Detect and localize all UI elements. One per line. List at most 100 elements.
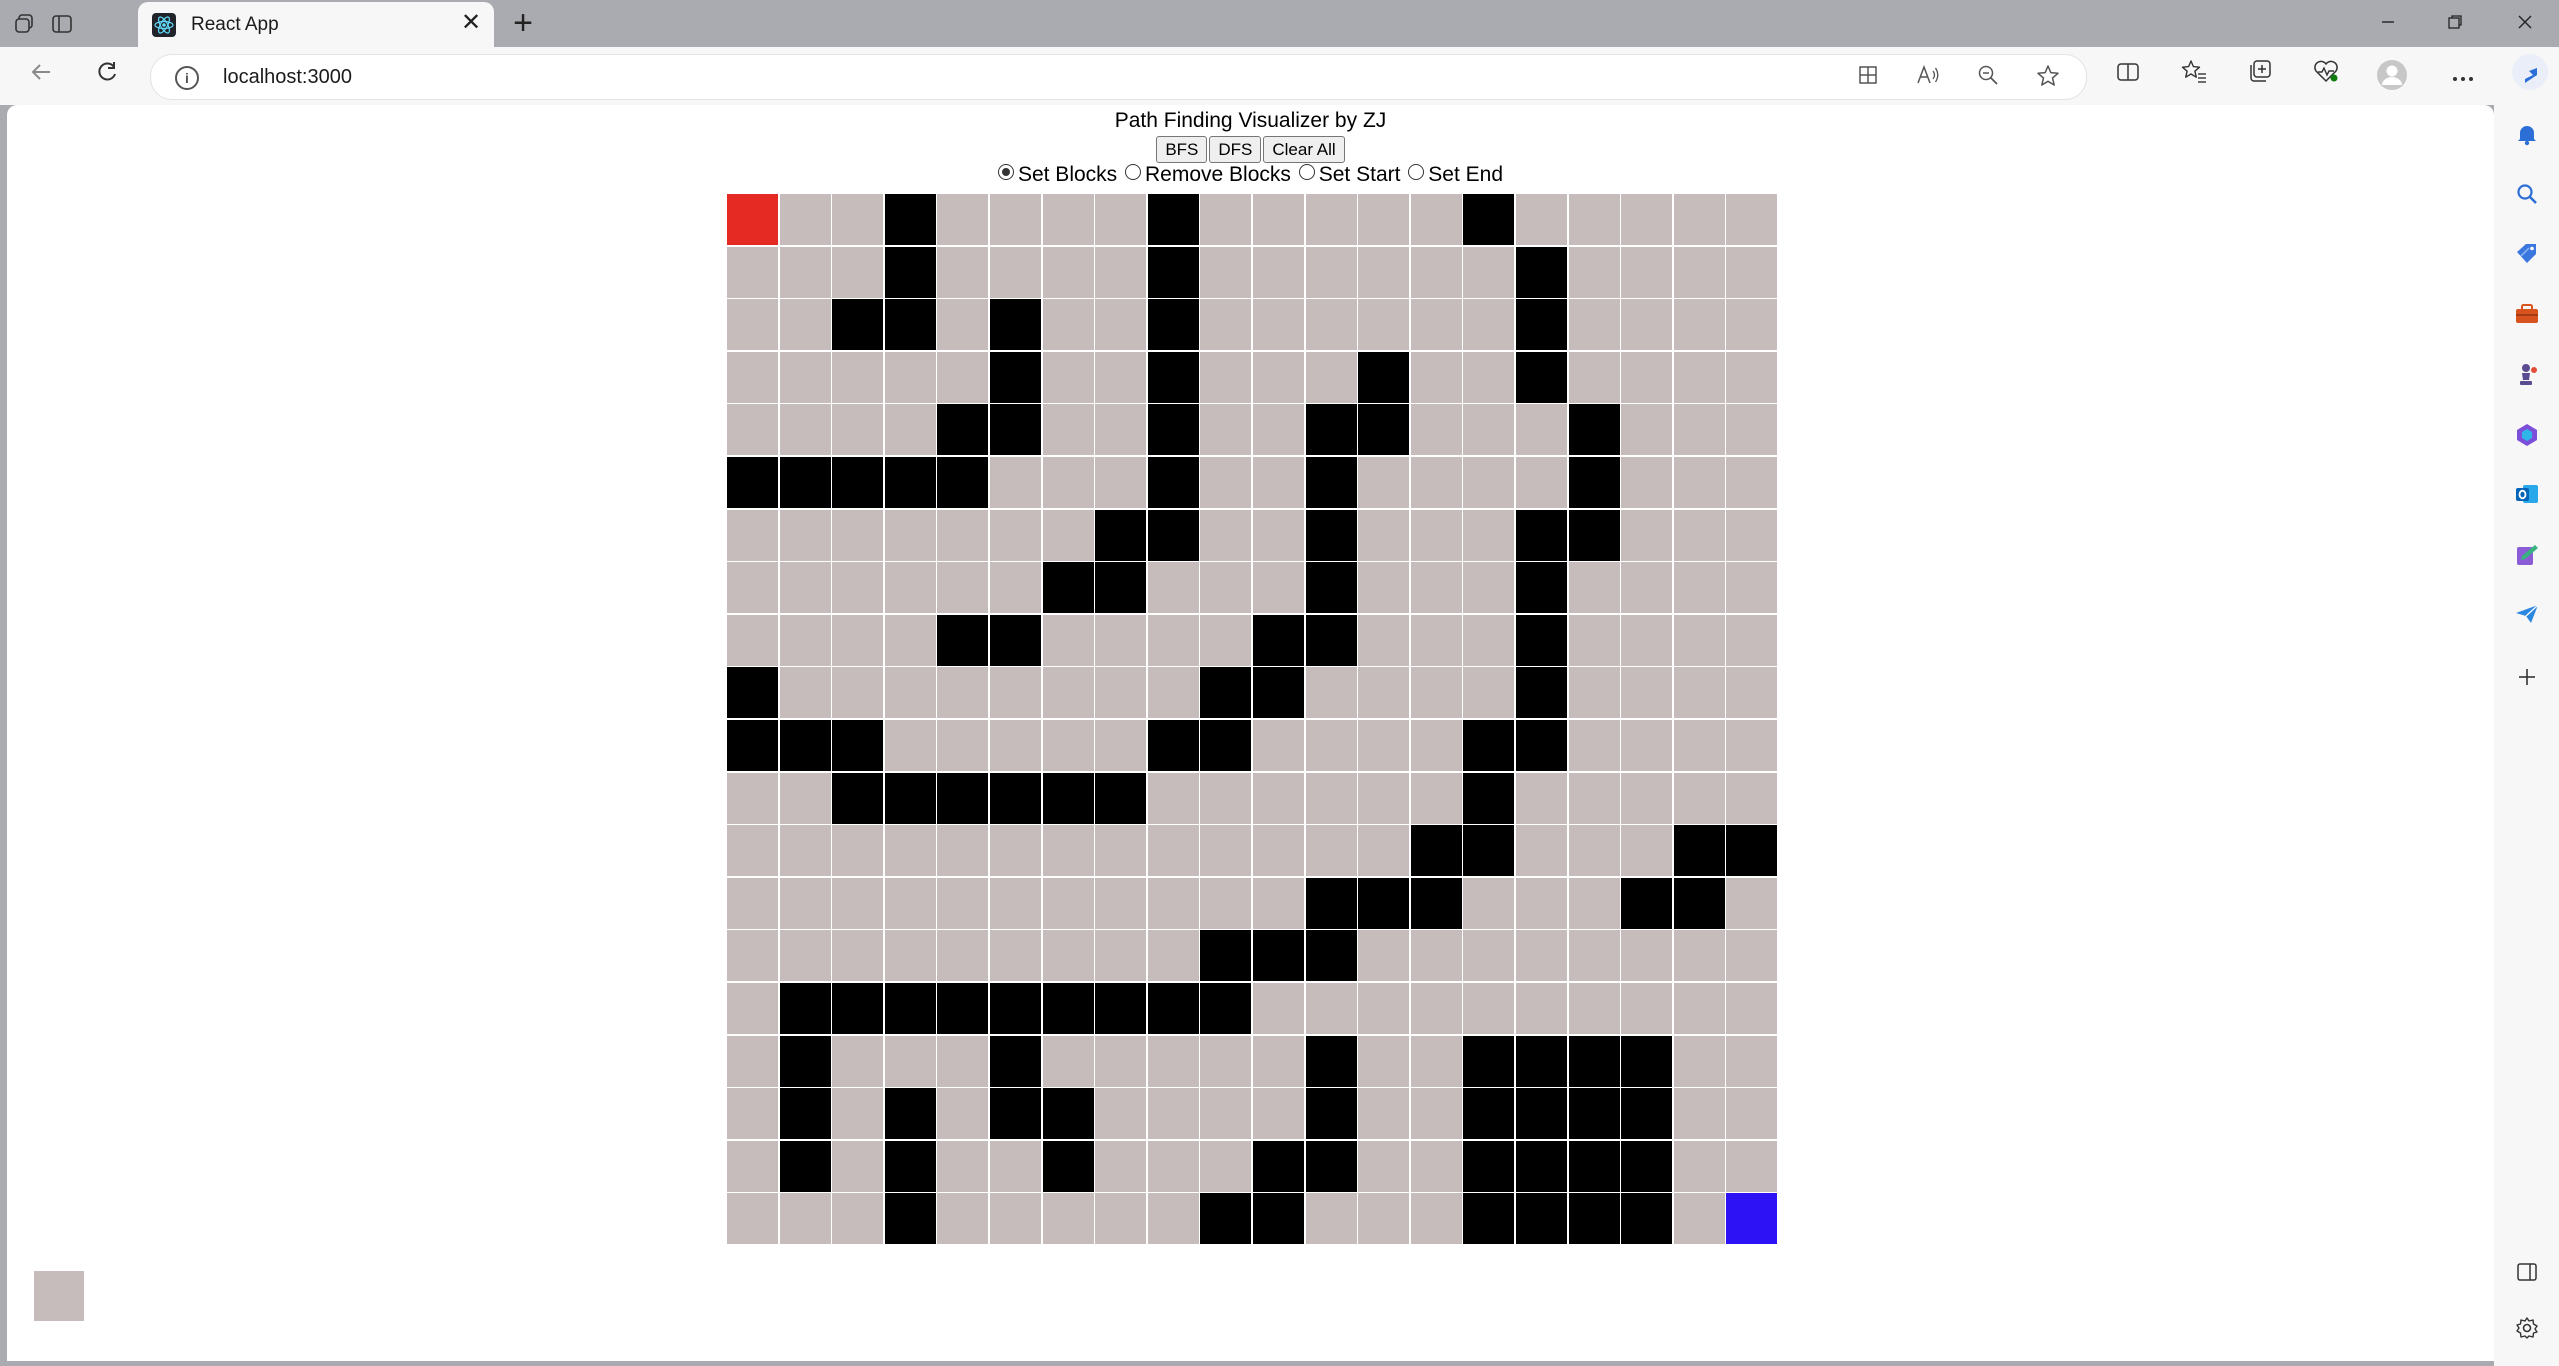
grid-cell-block[interactable] (884, 194, 936, 245)
grid-cell-block[interactable] (1463, 194, 1515, 245)
grid-cell-block[interactable] (1305, 1035, 1357, 1087)
grid-cell-block[interactable] (1463, 772, 1515, 824)
grid-cell[interactable] (1042, 246, 1094, 298)
grid-cell-block[interactable] (1305, 562, 1357, 614)
grid-cell[interactable] (1095, 825, 1147, 877)
grid-cell[interactable] (1463, 982, 1515, 1034)
add-icon[interactable] (2510, 664, 2544, 698)
grid-cell[interactable] (989, 509, 1041, 561)
grid-cell[interactable] (1410, 930, 1462, 982)
grid-cell[interactable] (779, 667, 831, 719)
grid-cell[interactable] (1358, 562, 1410, 614)
grid-cell[interactable] (727, 1088, 778, 1140)
grid-cell-block[interactable] (1515, 1140, 1567, 1192)
address-bar[interactable]: i localhost:3000 (150, 54, 2087, 100)
grid-cell-block[interactable] (989, 1035, 1041, 1087)
grid-cell[interactable] (989, 877, 1041, 929)
grid-cell[interactable] (1673, 456, 1725, 508)
site-info-icon[interactable]: i (175, 66, 199, 90)
more-menu-icon[interactable] (2446, 59, 2480, 93)
grid-cell[interactable] (727, 772, 778, 824)
tab-actions-icon[interactable] (48, 10, 76, 38)
grid-cell-block[interactable] (884, 1193, 936, 1245)
settings-icon[interactable] (2510, 1316, 2544, 1350)
grid-cell-block[interactable] (779, 1140, 831, 1192)
grid-cell[interactable] (937, 1035, 989, 1087)
grid-cell[interactable] (727, 614, 778, 666)
grid-cell-block[interactable] (1095, 509, 1147, 561)
grid-cell[interactable] (1200, 246, 1252, 298)
grid-cell[interactable] (1042, 351, 1094, 403)
grid-cell-block[interactable] (1358, 351, 1410, 403)
grid-cell-block[interactable] (989, 404, 1041, 456)
grid-cell-block[interactable] (1621, 1088, 1673, 1140)
grid-cell[interactable] (1515, 456, 1567, 508)
grid-cell-block[interactable] (1358, 877, 1410, 929)
grid-cell[interactable] (1042, 1035, 1094, 1087)
grid-cell-block[interactable] (1515, 719, 1567, 771)
browser-tab-active[interactable]: React App ✕ (138, 2, 494, 47)
radio-set-blocks[interactable] (997, 164, 1014, 180)
grid-cell[interactable] (727, 1140, 778, 1192)
grid-cell-block[interactable] (1410, 825, 1462, 877)
grid-cell-block[interactable] (1252, 667, 1304, 719)
grid-cell[interactable] (779, 194, 831, 245)
grid-cell-block[interactable] (1147, 982, 1199, 1034)
mode-set-blocks[interactable]: Set Blocks (997, 163, 1117, 186)
grid-cell[interactable] (884, 562, 936, 614)
grid-cell[interactable] (1200, 194, 1252, 245)
grid-cell-block[interactable] (779, 1035, 831, 1087)
grid-cell[interactable] (884, 667, 936, 719)
grid-cell[interactable] (779, 562, 831, 614)
grid-cell[interactable] (1305, 667, 1357, 719)
grid-cell[interactable] (1252, 1035, 1304, 1087)
grid-cell-block[interactable] (1042, 562, 1094, 614)
grid-cell-block[interactable] (1568, 1140, 1620, 1192)
grid-cell[interactable] (1305, 772, 1357, 824)
grid-cell[interactable] (1042, 456, 1094, 508)
grid-cell[interactable] (937, 351, 989, 403)
grid-cell-block[interactable] (779, 982, 831, 1034)
grid-cell[interactable] (1042, 930, 1094, 982)
grid-cell[interactable] (1095, 456, 1147, 508)
grid-cell-block[interactable] (1515, 351, 1567, 403)
grid-cell[interactable] (1358, 509, 1410, 561)
grid-cell-block[interactable] (884, 982, 936, 1034)
grid-cell-block[interactable] (1147, 719, 1199, 771)
grid-cell[interactable] (1200, 351, 1252, 403)
grid-cell-block[interactable] (1621, 877, 1673, 929)
bfs-button[interactable]: BFS (1156, 136, 1208, 163)
grid-cell[interactable] (1568, 194, 1620, 245)
grid-cell-block[interactable] (1515, 1193, 1567, 1245)
grid-cell[interactable] (1673, 1193, 1725, 1245)
split-screen-icon[interactable] (2111, 59, 2145, 93)
grid-cell[interactable] (1305, 194, 1357, 245)
grid-cell[interactable] (1147, 772, 1199, 824)
grid-cell-block[interactable] (1147, 456, 1199, 508)
grid-cell-block[interactable] (1200, 719, 1252, 771)
grid-cell-block[interactable] (989, 772, 1041, 824)
grid-cell[interactable] (1042, 877, 1094, 929)
grid-cell[interactable] (1147, 825, 1199, 877)
radio-set-start[interactable] (1298, 164, 1315, 180)
grid-cell[interactable] (1200, 404, 1252, 456)
grid-cell[interactable] (779, 614, 831, 666)
grid-cell[interactable] (1252, 351, 1304, 403)
grid-cell-block[interactable] (1147, 509, 1199, 561)
grid-cell-block[interactable] (937, 404, 989, 456)
grid-cell[interactable] (779, 877, 831, 929)
grid-cell-block[interactable] (1252, 930, 1304, 982)
grid-cell[interactable] (1358, 1088, 1410, 1140)
grid-cell[interactable] (1410, 719, 1462, 771)
grid-cell-block[interactable] (1095, 982, 1147, 1034)
grid-cell-block[interactable] (1042, 772, 1094, 824)
app-available-icon[interactable] (1854, 64, 1882, 92)
grid-cell[interactable] (1200, 299, 1252, 351)
grid-cell[interactable] (1200, 509, 1252, 561)
grid-cell-block[interactable] (727, 667, 778, 719)
grid-cell[interactable] (1463, 456, 1515, 508)
grid-cell[interactable] (1095, 667, 1147, 719)
grid-cell[interactable] (1621, 351, 1673, 403)
grid-cell-block[interactable] (1463, 825, 1515, 877)
grid-cell[interactable] (1673, 1088, 1725, 1140)
